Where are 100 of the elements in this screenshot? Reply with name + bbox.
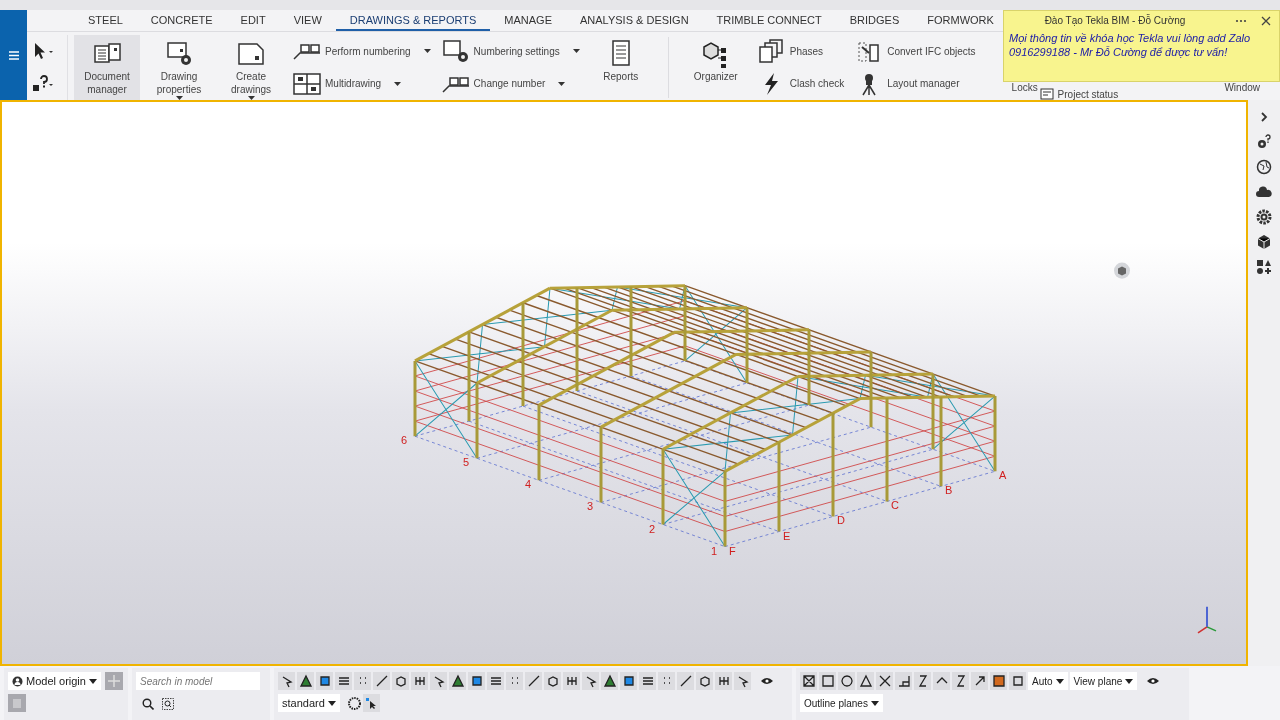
caret-icon <box>394 81 402 86</box>
toolbar-icon[interactable] <box>316 672 333 690</box>
grid-label: 4 <box>525 478 532 491</box>
toolbar-icon[interactable] <box>819 672 836 690</box>
ribbon-tab[interactable]: CONCRETE <box>136 10 227 31</box>
window-menu-label[interactable]: Window <box>1224 82 1260 93</box>
eye-icon[interactable] <box>1147 677 1160 685</box>
toolbar-icon[interactable] <box>525 672 542 690</box>
caret-icon <box>1125 678 1134 684</box>
ribbon-button[interactable]: Change number <box>438 68 582 99</box>
search-field[interactable]: Search in model <box>136 672 260 690</box>
toolbar-icon[interactable] <box>354 672 371 690</box>
ribbon-button[interactable]: Layout manager <box>852 68 978 99</box>
ribbon-button[interactable]: Perform numbering <box>290 36 433 67</box>
shapes-icon[interactable] <box>1256 259 1272 275</box>
more-options-icon[interactable] <box>1235 18 1247 23</box>
ribbon-tab[interactable]: STEEL <box>74 10 137 31</box>
toolbar-icon[interactable] <box>971 672 988 690</box>
search-icon[interactable] <box>142 698 154 710</box>
ribbon-button[interactable]: Drawing properties <box>146 35 212 100</box>
toolbar-icon[interactable] <box>582 672 599 690</box>
coordinate-axes-icon <box>1197 606 1217 634</box>
toolbar-icon[interactable] <box>449 672 466 690</box>
toolbar-icon[interactable] <box>800 672 817 690</box>
view-plane-dropdown[interactable]: View plane <box>1069 672 1138 690</box>
auto-dropdown[interactable]: Auto <box>1028 672 1068 690</box>
caret-icon <box>1055 678 1064 684</box>
toolbar-icon[interactable] <box>430 672 447 690</box>
toolbar-icon[interactable] <box>933 672 950 690</box>
toolbar-icon[interactable] <box>838 672 855 690</box>
ribbon-button[interactable]: Clash check <box>754 68 847 99</box>
notification-title: Đào Tạo Tekla BIM - Đỗ Cường <box>1043 15 1187 26</box>
toolbar-icon[interactable] <box>335 672 352 690</box>
toolbar-icon[interactable] <box>1009 672 1026 690</box>
toolbar-icon[interactable] <box>952 672 969 690</box>
toolbar-icon[interactable] <box>639 672 656 690</box>
ribbon-button[interactable]: Multidrawing <box>290 68 433 99</box>
toolbar-icon[interactable] <box>297 672 314 690</box>
settings-icon[interactable] <box>1256 209 1272 225</box>
toolbar-icon[interactable] <box>601 672 618 690</box>
toolbar-icon[interactable] <box>544 672 561 690</box>
toolbar-icon[interactable] <box>696 672 713 690</box>
ribbon-button[interactable]: Organizer <box>682 35 749 100</box>
globe-icon[interactable] <box>1256 159 1272 175</box>
ribbon-tab[interactable]: ANALYSIS & DESIGN <box>566 10 703 31</box>
toolbar-icon[interactable] <box>373 672 390 690</box>
toolbar-icon[interactable] <box>468 672 485 690</box>
gear-question-icon[interactable] <box>1256 134 1272 150</box>
grid-label: D <box>837 514 845 527</box>
model-origin-dropdown[interactable]: Model origin <box>8 672 101 690</box>
cloud-icon[interactable] <box>1256 184 1272 200</box>
eye-icon[interactable] <box>761 677 773 685</box>
toolbar-icon[interactable] <box>563 672 580 690</box>
cube-icon[interactable] <box>1256 234 1272 250</box>
close-icon[interactable] <box>1261 15 1271 26</box>
ribbon-tab[interactable]: VIEW <box>279 10 336 31</box>
ribbon-button[interactable]: Create drawings <box>218 35 284 100</box>
toolbar-icon[interactable] <box>658 672 675 690</box>
hatch-circle-icon[interactable] <box>347 696 361 710</box>
ribbon-button[interactable]: Phases <box>754 36 847 67</box>
ribbon-button[interactable]: Document manager <box>74 35 140 100</box>
toolbar-icon[interactable] <box>895 672 912 690</box>
ribbon-tab[interactable]: BRIDGES <box>835 10 914 31</box>
grid-label: E <box>783 529 791 542</box>
toolbar-icon[interactable] <box>411 672 428 690</box>
locks-label[interactable]: Locks <box>1011 82 1038 93</box>
toolbar-icon[interactable] <box>914 672 931 690</box>
grid-label: 2 <box>649 522 656 535</box>
ribbon-tab[interactable]: TRIMBLE CONNECT <box>702 10 836 31</box>
toolbar-icon[interactable] <box>278 672 295 690</box>
ribbon-tab[interactable]: FORMWORK <box>913 10 1008 31</box>
toolbar-icon[interactable] <box>392 672 409 690</box>
toolbar-icon[interactable] <box>876 672 893 690</box>
toolbar-icon[interactable] <box>487 672 504 690</box>
ribbon-button[interactable]: Convert IFC objects <box>852 36 978 67</box>
toolbar-icon[interactable] <box>506 672 523 690</box>
toolbar-icon[interactable] <box>857 672 874 690</box>
toolbar-icon[interactable] <box>620 672 637 690</box>
filter-dropdown[interactable]: standard <box>278 694 340 712</box>
ribbon-button[interactable]: Reports <box>587 35 654 100</box>
toolbar-icon[interactable] <box>990 672 1007 690</box>
notification-message: Mọi thông tin về khóa học Tekla vui lòng add Zalo 0916299188 - Mr Đỗ Cường để được tư vấn! <box>1009 31 1252 59</box>
project-status-button[interactable]: Project status <box>1039 88 1119 100</box>
view-cube-icon[interactable] <box>1114 262 1130 279</box>
caret-icon <box>870 700 879 706</box>
zoom-selection-icon[interactable] <box>162 698 174 710</box>
ribbon-tab[interactable]: EDIT <box>226 10 280 31</box>
toolbar-icon[interactable] <box>715 672 732 690</box>
grid-label: A <box>999 469 1007 482</box>
outline-planes-dropdown[interactable]: Outline planes <box>800 694 883 712</box>
ribbon-button[interactable]: Numbering settings <box>438 36 582 67</box>
grid-label: C <box>891 499 899 512</box>
caret-icon <box>558 81 566 86</box>
grid-sheet-icon <box>292 71 322 96</box>
app-menu-button[interactable] <box>0 10 27 100</box>
toolbar-icon[interactable] <box>734 672 751 690</box>
toolbar-icon[interactable] <box>677 672 694 690</box>
ribbon-tab[interactable]: MANAGE <box>490 10 566 31</box>
toolbar-icon[interactable] <box>362 694 380 712</box>
model-viewport[interactable]: 1 2 3 4 5 6 A B C D E F <box>0 100 1248 666</box>
